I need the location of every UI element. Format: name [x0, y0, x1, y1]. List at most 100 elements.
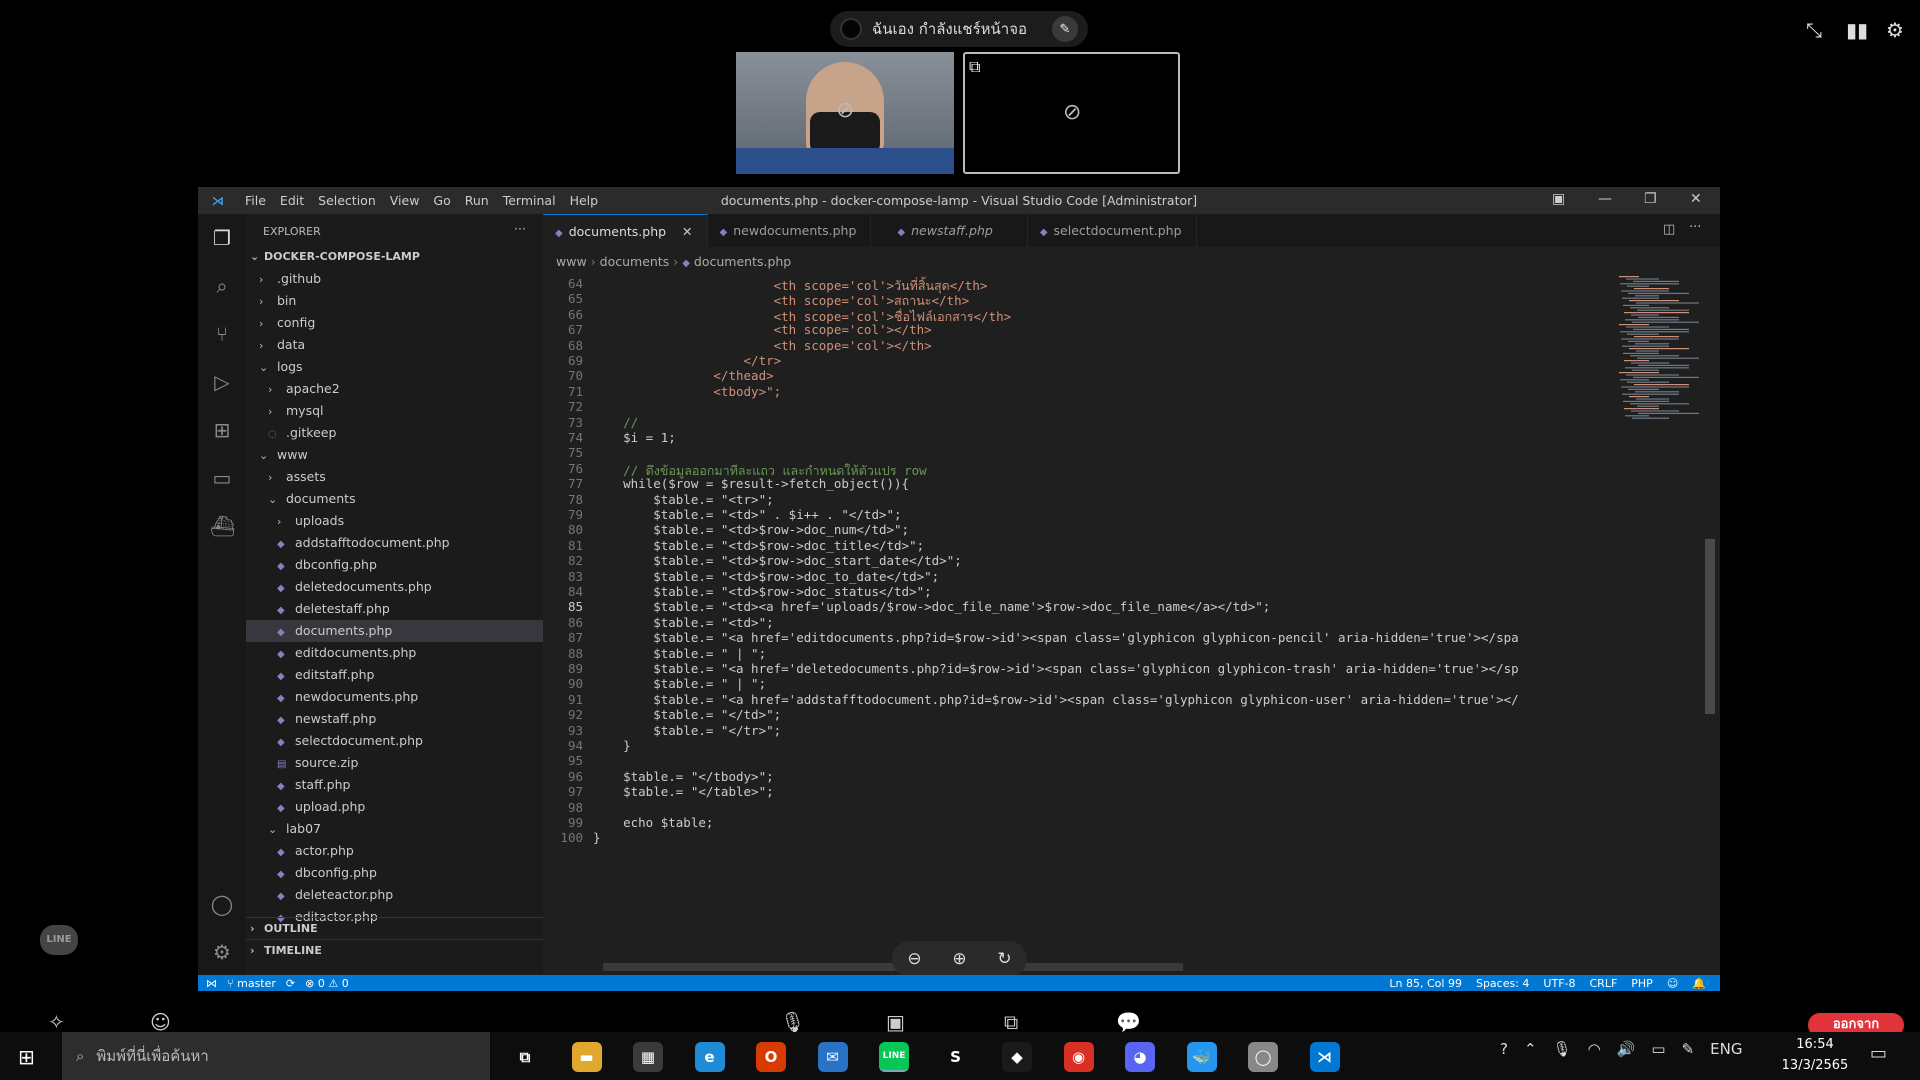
pencil-icon[interactable]: ✎	[1052, 16, 1078, 42]
taskbar-line-icon[interactable]: LINE	[879, 1042, 909, 1072]
tree-item[interactable]: ⌄ logs	[246, 356, 543, 378]
eol-status[interactable]: CRLF	[1590, 977, 1618, 990]
close-icon[interactable]: ✕	[682, 224, 692, 239]
tree-item[interactable]: ◌ .gitkeep	[246, 422, 543, 444]
tree-item[interactable]: ⌄ lab07	[246, 818, 543, 840]
remote-explorer-icon[interactable]: ▭	[210, 466, 234, 490]
code-line[interactable]: $table.= "<td><a href='uploads/$row->doc…	[593, 599, 1270, 614]
effects-icon[interactable]: ✧	[48, 1010, 65, 1034]
tree-item[interactable]: ◆ newdocuments.php	[246, 686, 543, 708]
breadcrumb-item[interactable]: www	[556, 254, 587, 269]
menu-run[interactable]: Run	[458, 193, 496, 208]
tree-item[interactable]: › mysql	[246, 400, 543, 422]
menu-terminal[interactable]: Terminal	[496, 193, 563, 208]
code-line[interactable]: $table.= "</td>";	[593, 707, 781, 722]
tree-item[interactable]: ◆ deleteactor.php	[246, 884, 543, 906]
tree-item[interactable]: ◆ dbconfig.php	[246, 554, 543, 576]
search-icon[interactable]: ⌕	[210, 274, 234, 298]
refresh-icon[interactable]: ↻	[997, 949, 1011, 969]
minimize-icon[interactable]: —	[1598, 191, 1612, 207]
tree-item[interactable]: ◆ documents.php	[246, 620, 543, 642]
code-line[interactable]: $table.= "<td>" . $i++ . "</td>";	[593, 507, 901, 522]
tab-newstaff-php[interactable]: ◆ newstaff.php	[871, 214, 1028, 247]
menu-edit[interactable]: Edit	[273, 193, 311, 208]
emoji-icon[interactable]: ☺	[150, 1010, 171, 1034]
chat-icon[interactable]: 💬	[1116, 1010, 1141, 1034]
code-line[interactable]: $table.= "<a href='addstafftodocument.ph…	[593, 692, 1518, 707]
restore-icon[interactable]: ❐	[1644, 191, 1657, 207]
encoding-status[interactable]: UTF-8	[1543, 977, 1575, 990]
problems-status[interactable]: ⊗ 0 ⚠ 0	[305, 977, 349, 990]
minimap[interactable]	[1615, 274, 1705, 434]
tree-root[interactable]: ⌄ DOCKER-COMPOSE-LAMP	[246, 246, 543, 268]
tree-item[interactable]: ◆ deletedocuments.php	[246, 576, 543, 598]
indentation-status[interactable]: Spaces: 4	[1476, 977, 1529, 990]
timeline-section[interactable]: › TIMELINE	[246, 939, 543, 961]
code-line[interactable]: <th scope='col'></th>	[593, 322, 932, 337]
code-line[interactable]: $table.= "<td>$row->doc_num</td>";	[593, 522, 909, 537]
breadcrumb-item[interactable]: documents	[600, 254, 670, 269]
taskbar-edge-icon[interactable]: e	[694, 1042, 725, 1072]
layout-icon[interactable]: ▮▮	[1846, 18, 1868, 42]
tree-item[interactable]: ◆ dbconfig.php	[246, 862, 543, 884]
chevron-up-icon[interactable]: ⌃	[1524, 1040, 1537, 1058]
more-actions-icon[interactable]: ···	[514, 221, 526, 236]
taskbar-file-explorer-icon[interactable]: ▬	[571, 1042, 602, 1072]
zoom-in-icon[interactable]: ⊕	[952, 949, 966, 969]
split-editor-icon[interactable]: ◫	[1663, 222, 1675, 237]
code-line[interactable]: $table.= " | ";	[593, 676, 766, 691]
code-line[interactable]: </thead>	[593, 368, 773, 383]
camera-off-icon[interactable]: ▣	[886, 1010, 905, 1034]
tree-item[interactable]: ◆ selectdocument.php	[246, 730, 543, 752]
tree-item[interactable]: ⌄ documents	[246, 488, 543, 510]
code-line[interactable]: <th scope='col'></th>	[593, 338, 932, 353]
taskbar-discord-icon[interactable]: ◕	[1125, 1042, 1155, 1072]
zoom-out-icon[interactable]: ⊖	[907, 949, 921, 969]
pen-icon[interactable]: ✎	[1682, 1040, 1695, 1058]
code-line[interactable]: while($row = $result->fetch_object()){	[593, 476, 909, 491]
video-tile-screen[interactable]: ⧉ ⊘	[963, 52, 1180, 174]
code-line[interactable]: $table.= "</tbody>";	[593, 769, 774, 784]
feedback-icon[interactable]: ☺	[1667, 977, 1678, 990]
code-line[interactable]: $table.= "<td>$row->doc_start_date</td>"…	[593, 553, 962, 568]
tree-item[interactable]: ◆ editdocuments.php	[246, 642, 543, 664]
code-line[interactable]: $table.= "<td>";	[593, 615, 773, 630]
microphone-icon[interactable]: 🎙	[780, 1010, 805, 1034]
wifi-icon[interactable]: ◠	[1588, 1040, 1601, 1058]
code-line[interactable]: $table.= "</tr>";	[593, 723, 781, 738]
screen-share-status[interactable]: ฉันเอง กำลังแชร์หน้าจอ ✎	[830, 11, 1088, 47]
code-line[interactable]: $table.= "<td>$row->doc_title</td>";	[593, 538, 924, 553]
taskbar-store-icon[interactable]: ▦	[633, 1042, 663, 1072]
code-line[interactable]: $table.= "<td>$row->doc_to_date</td>";	[593, 569, 939, 584]
video-tile-self[interactable]: ⊘	[736, 52, 954, 174]
windows-start-icon[interactable]: ⊞	[18, 1045, 35, 1069]
tree-item[interactable]: › apache2	[246, 378, 543, 400]
tree-item[interactable]: ◆ addstafftodocument.php	[246, 532, 543, 554]
code-line[interactable]: echo $table;	[593, 815, 713, 830]
language-status[interactable]: PHP	[1631, 977, 1653, 990]
tree-item[interactable]: › config	[246, 312, 543, 334]
tree-item[interactable]: ◆ deletestaff.php	[246, 598, 543, 620]
bell-icon[interactable]: 🔔	[1692, 977, 1706, 990]
tree-item[interactable]: › bin	[246, 290, 543, 312]
taskbar-app-white-icon[interactable]: ◯	[1248, 1042, 1278, 1072]
taskbar-app-s-icon[interactable]: S	[940, 1042, 971, 1072]
tree-item[interactable]: ◆ newstaff.php	[246, 708, 543, 730]
tree-item[interactable]: ◆ staff.php	[246, 774, 543, 796]
menu-view[interactable]: View	[383, 193, 427, 208]
minimize-view-icon[interactable]: ⤡	[1806, 18, 1822, 42]
menu-help[interactable]: Help	[563, 193, 606, 208]
gear-icon[interactable]: ⚙	[210, 940, 234, 964]
taskbar-search[interactable]: ⌕ พิมพ์ที่นี่เพื่อค้นหา	[62, 1032, 490, 1080]
extensions-icon[interactable]: ⊞	[210, 418, 234, 442]
docker-icon[interactable]: ⛴	[210, 514, 235, 538]
tree-item[interactable]: › data	[246, 334, 543, 356]
microphone-icon[interactable]: 🎙	[1553, 1040, 1572, 1058]
taskbar-vscode-icon[interactable]: ⋊	[1309, 1042, 1340, 1072]
code-line[interactable]: $table.= "<tr>";	[593, 492, 773, 507]
cursor-position[interactable]: Ln 85, Col 99	[1389, 977, 1462, 990]
code-line[interactable]: $table.= "</table>";	[593, 784, 774, 799]
taskbar-binance-icon[interactable]: ◆	[1002, 1042, 1032, 1072]
volume-icon[interactable]: 🔊	[1617, 1040, 1636, 1058]
taskbar-task-view-icon[interactable]: ⧉	[510, 1042, 540, 1072]
